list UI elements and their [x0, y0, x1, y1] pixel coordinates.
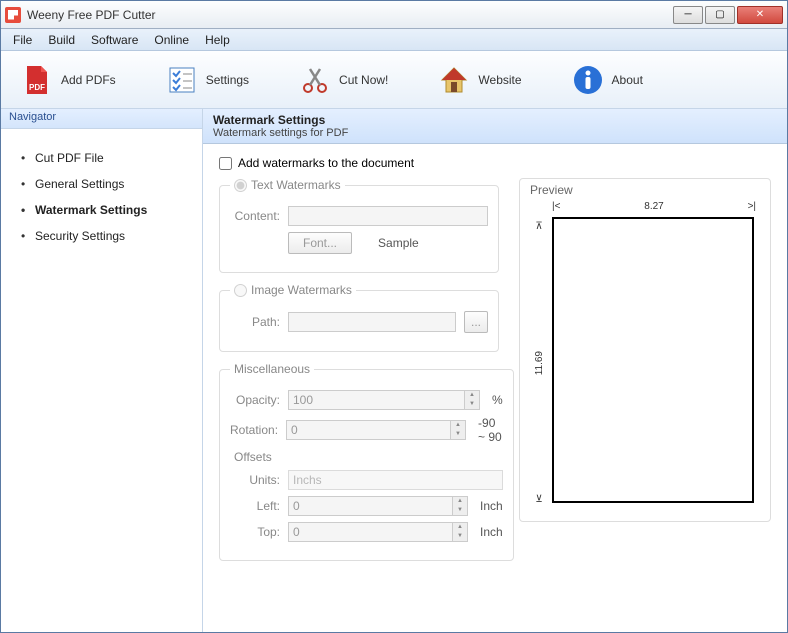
units-label: Units: — [230, 473, 280, 487]
scissors-icon — [299, 64, 331, 96]
menu-file[interactable]: File — [5, 31, 40, 49]
info-icon — [572, 64, 604, 96]
menu-build[interactable]: Build — [40, 31, 83, 49]
toolbar-settings[interactable]: Settings — [166, 64, 249, 96]
window-controls: ─ ▢ ✕ — [673, 6, 783, 24]
text-watermarks-group: Text Watermarks Content: Font... Sample — [219, 178, 499, 273]
page-title: Watermark Settings — [213, 113, 777, 127]
image-watermarks-radio[interactable] — [234, 284, 247, 297]
ruler-bottom-mark: ⊻ — [535, 494, 542, 505]
preview-canvas: |< 8.27 >| ⊼ 11.69 ⊻ — [530, 201, 760, 511]
spinner-buttons-icon[interactable]: ▲▼ — [464, 390, 480, 410]
ruler-top-mark: ⊼ — [535, 221, 542, 232]
ruler-top: |< 8.27 >| — [552, 201, 756, 215]
text-watermarks-legend: Text Watermarks — [230, 178, 345, 192]
units-select[interactable]: Inchs — [288, 470, 503, 490]
toolbar-about[interactable]: About — [572, 64, 643, 96]
content-header: Watermark Settings Watermark settings fo… — [203, 109, 787, 144]
top-spinner[interactable]: ▲▼ — [288, 522, 468, 542]
preview-width: 8.27 — [644, 201, 663, 215]
main: Navigator Cut PDF File General Settings … — [1, 109, 787, 632]
content-body: Add watermarks to the document Text Wate… — [203, 144, 787, 583]
image-watermarks-group: Image Watermarks Path: ... — [219, 283, 499, 352]
ruler-right-mark: >| — [748, 201, 756, 215]
preview-title: Preview — [530, 183, 760, 201]
misc-legend: Miscellaneous — [230, 362, 314, 376]
left-spinner[interactable]: ▲▼ — [288, 496, 468, 516]
browse-button[interactable]: ... — [464, 311, 488, 333]
top-input[interactable] — [288, 522, 452, 542]
close-button[interactable]: ✕ — [737, 6, 783, 24]
content-label: Content: — [230, 209, 280, 223]
maximize-button[interactable]: ▢ — [705, 6, 735, 24]
content: Watermark Settings Watermark settings fo… — [203, 109, 787, 632]
rotation-input[interactable] — [286, 420, 450, 440]
opacity-label: Opacity: — [230, 393, 280, 407]
preview-page — [552, 217, 754, 503]
nav-security-settings[interactable]: Security Settings — [21, 223, 202, 249]
path-input[interactable] — [288, 312, 456, 332]
toolbar-about-label: About — [612, 73, 643, 87]
page-subtitle: Watermark settings for PDF — [213, 127, 777, 139]
image-watermarks-legend: Image Watermarks — [230, 283, 356, 297]
toolbar-cut-now[interactable]: Cut Now! — [299, 64, 388, 96]
sample-text: Sample — [378, 236, 419, 250]
add-watermarks-label[interactable]: Add watermarks to the document — [238, 156, 414, 170]
image-watermarks-legend-label: Image Watermarks — [251, 283, 352, 297]
top-label: Top: — [230, 525, 280, 539]
menu-software[interactable]: Software — [83, 31, 146, 49]
sidebar-header: Navigator — [1, 109, 202, 129]
preview-height: 11.69 — [534, 351, 545, 375]
path-label: Path: — [230, 315, 280, 329]
home-icon — [438, 64, 470, 96]
opacity-spinner[interactable]: ▲▼ — [288, 390, 480, 410]
toolbar: PDF Add PDFs Settings Cut Now! Website A… — [1, 51, 787, 109]
spinner-buttons-icon[interactable]: ▲▼ — [450, 420, 466, 440]
menubar: File Build Software Online Help — [1, 29, 787, 51]
toolbar-website-label: Website — [478, 73, 521, 87]
add-watermarks-row: Add watermarks to the document — [219, 156, 771, 170]
opacity-input[interactable] — [288, 390, 464, 410]
left-unit: Inch — [480, 499, 503, 513]
spinner-buttons-icon[interactable]: ▲▼ — [452, 496, 468, 516]
misc-group: Miscellaneous Opacity: ▲▼ % Rotation: — [219, 362, 514, 561]
top-unit: Inch — [480, 525, 503, 539]
rotation-hint: -90 ~ 90 — [478, 416, 503, 444]
font-button[interactable]: Font... — [288, 232, 352, 254]
sidebar-nav: Cut PDF File General Settings Watermark … — [1, 129, 202, 249]
opacity-unit: % — [492, 393, 503, 407]
titlebar: Weeny Free PDF Cutter ─ ▢ ✕ — [1, 1, 787, 29]
offsets-label: Offsets — [234, 450, 503, 464]
text-watermarks-legend-label: Text Watermarks — [251, 178, 341, 192]
left-label: Left: — [230, 499, 280, 513]
nav-watermark-settings[interactable]: Watermark Settings — [21, 197, 202, 223]
nav-general-settings[interactable]: General Settings — [21, 171, 202, 197]
app-icon — [5, 7, 21, 23]
toolbar-cut-now-label: Cut Now! — [339, 73, 388, 87]
menu-online[interactable]: Online — [146, 31, 197, 49]
ruler-left: ⊼ 11.69 ⊻ — [530, 221, 548, 505]
spinner-buttons-icon[interactable]: ▲▼ — [452, 522, 468, 542]
toolbar-add-pdfs-label: Add PDFs — [61, 73, 116, 87]
add-watermarks-checkbox[interactable] — [219, 157, 232, 170]
toolbar-website[interactable]: Website — [438, 64, 521, 96]
window-title: Weeny Free PDF Cutter — [27, 8, 673, 22]
text-watermarks-radio[interactable] — [234, 179, 247, 192]
svg-text:PDF: PDF — [29, 83, 45, 92]
pdf-icon: PDF — [21, 64, 53, 96]
ruler-left-mark: |< — [552, 201, 560, 215]
rotation-label: Rotation: — [230, 423, 278, 437]
sidebar: Navigator Cut PDF File General Settings … — [1, 109, 203, 632]
nav-cut-pdf-file[interactable]: Cut PDF File — [21, 145, 202, 171]
content-input[interactable] — [288, 206, 488, 226]
checklist-icon — [166, 64, 198, 96]
menu-help[interactable]: Help — [197, 31, 238, 49]
left-input[interactable] — [288, 496, 452, 516]
preview-panel: Preview |< 8.27 >| ⊼ 11.69 ⊻ — [519, 178, 771, 522]
toolbar-add-pdfs[interactable]: PDF Add PDFs — [21, 64, 116, 96]
minimize-button[interactable]: ─ — [673, 6, 703, 24]
rotation-spinner[interactable]: ▲▼ — [286, 420, 466, 440]
toolbar-settings-label: Settings — [206, 73, 249, 87]
